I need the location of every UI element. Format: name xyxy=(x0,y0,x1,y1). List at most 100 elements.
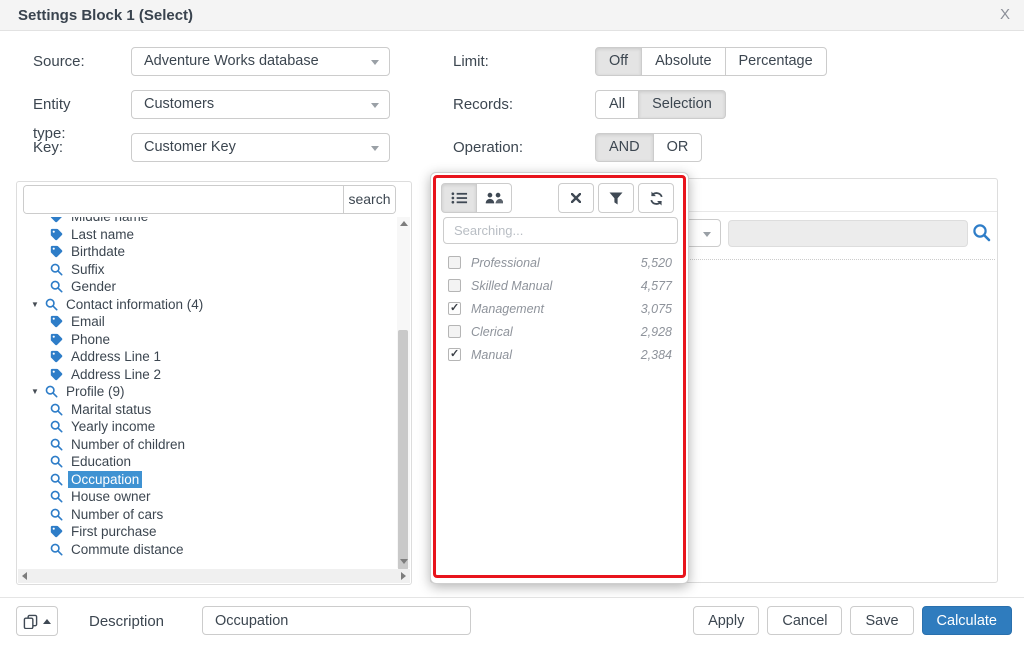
tree-item-label: Address Line 2 xyxy=(71,366,162,382)
tree-item-first-purchase[interactable]: First purchase xyxy=(19,523,396,541)
limit-option-absolute[interactable]: Absolute xyxy=(641,47,726,76)
description-input[interactable] xyxy=(202,606,471,635)
close-icon[interactable]: X xyxy=(996,6,1014,23)
operation-option-or[interactable]: OR xyxy=(652,133,703,162)
scroll-up-icon[interactable] xyxy=(400,221,408,226)
copy-icon xyxy=(23,614,38,629)
search-icon xyxy=(50,280,63,293)
checkbox[interactable] xyxy=(448,301,461,315)
records-toggle-group: All Selection xyxy=(595,90,726,119)
tree-item-yearly-income[interactable]: Yearly income xyxy=(19,418,396,436)
tree-item-number-of-children[interactable]: Number of children xyxy=(19,436,396,454)
tree-item-education[interactable]: Education xyxy=(19,453,396,471)
tree-item-number-of-cars[interactable]: Number of cars xyxy=(19,506,396,524)
tree-item-marital-status[interactable]: Marital status xyxy=(19,401,396,419)
description-label: Description xyxy=(89,613,165,630)
scroll-down-icon[interactable] xyxy=(400,559,408,564)
tree-item-house-owner[interactable]: House owner xyxy=(19,488,396,506)
value-search-input[interactable] xyxy=(443,217,678,244)
group-view-button[interactable] xyxy=(476,183,512,213)
chevron-down-icon[interactable]: ▼ xyxy=(31,296,45,314)
entity-type-select-value: Customers xyxy=(144,96,215,112)
tree-item-label: Occupation xyxy=(68,470,143,488)
tree-horizontal-scrollbar[interactable] xyxy=(18,569,410,583)
selection-search-input[interactable] xyxy=(728,220,968,247)
tree-item-middle-name[interactable]: Middle name xyxy=(19,217,396,226)
list-view-button[interactable] xyxy=(441,183,477,213)
records-option-all[interactable]: All xyxy=(595,90,640,119)
tree-item-address-line-1[interactable]: Address Line 1 xyxy=(19,348,396,366)
chevron-down-icon[interactable]: ▼ xyxy=(31,383,45,401)
entity-type-select[interactable]: Customers xyxy=(131,90,390,119)
chevron-down-icon xyxy=(703,232,711,237)
checkbox[interactable] xyxy=(448,325,461,338)
attribute-tree-panel: search Middle nameLast name Birthdate Suff… xyxy=(16,181,412,585)
value-item-professional[interactable]: Professional 5,520 xyxy=(431,251,688,274)
search-icon[interactable] xyxy=(972,223,991,247)
tree-item-birthdate[interactable]: Birthdate xyxy=(19,243,396,261)
tree-item-suffix[interactable]: Suffix xyxy=(19,261,396,279)
tree-item-occupation[interactable]: Occupation xyxy=(19,470,396,488)
limit-toggle-group: Off Absolute Percentage xyxy=(595,47,827,76)
value-item-skilled-manual[interactable]: Skilled Manual 4,577 xyxy=(431,274,688,297)
value-item-count: 2,384 xyxy=(640,347,672,362)
clear-selection-button[interactable] xyxy=(558,183,594,213)
tree-item-email[interactable]: Email xyxy=(19,313,396,331)
tag-icon xyxy=(50,316,63,328)
search-icon xyxy=(50,403,63,416)
scroll-right-icon[interactable] xyxy=(401,572,406,580)
tree-item-label: Yearly income xyxy=(71,419,156,434)
tree-item-commute-distance[interactable]: Commute distance xyxy=(19,541,396,559)
filter-button[interactable] xyxy=(598,183,634,213)
source-label: Source: xyxy=(33,53,85,70)
refresh-button[interactable] xyxy=(638,183,674,213)
scrollbar-thumb[interactable] xyxy=(398,330,408,570)
checkbox[interactable] xyxy=(448,279,461,292)
tree-item-label: Number of cars xyxy=(71,506,164,522)
source-select[interactable]: Adventure Works database xyxy=(131,47,390,76)
tree-item-last-name[interactable]: Last name xyxy=(19,226,396,244)
value-item-manual[interactable]: Manual 2,384 xyxy=(431,343,688,366)
source-select-value: Adventure Works database xyxy=(144,53,319,69)
footer-actions: Apply Cancel Save Calculate xyxy=(693,606,1012,635)
tree-item-address-line-2[interactable]: Address Line 2 xyxy=(19,366,396,384)
value-filter-popup: Professional 5,520 Skilled Manual 4,577 Mana… xyxy=(430,172,689,584)
value-item-clerical[interactable]: Clerical 2,928 xyxy=(431,320,688,343)
limit-option-percentage[interactable]: Percentage xyxy=(724,47,827,76)
limit-label: Limit: xyxy=(453,53,489,70)
limit-option-off[interactable]: Off xyxy=(595,47,643,76)
tree-item-profile-9[interactable]: ▼ Profile (9) xyxy=(19,383,396,401)
dialog-footer: Description Apply Cancel Save Calculate xyxy=(0,597,1024,646)
chevron-up-icon xyxy=(43,618,51,624)
search-icon xyxy=(50,543,63,556)
checkbox[interactable] xyxy=(448,256,461,269)
apply-button[interactable]: Apply xyxy=(693,606,760,635)
attribute-search-input[interactable] xyxy=(24,186,343,213)
save-button[interactable]: Save xyxy=(850,606,914,635)
tree-item-phone[interactable]: Phone xyxy=(19,331,396,349)
chevron-down-icon xyxy=(371,103,379,108)
attribute-search-button[interactable]: search xyxy=(343,186,395,213)
cancel-button[interactable]: Cancel xyxy=(767,606,843,635)
scroll-left-icon[interactable] xyxy=(22,572,27,580)
tree-item-contact-information-4[interactable]: ▼ Contact information (4) xyxy=(19,296,396,314)
checkbox[interactable] xyxy=(448,347,461,361)
value-popup-toolbar xyxy=(441,183,674,213)
records-option-selection[interactable]: Selection xyxy=(638,90,726,119)
chevron-down-icon xyxy=(371,146,379,151)
refresh-icon xyxy=(649,191,663,205)
operation-option-and[interactable]: AND xyxy=(595,133,654,162)
value-item-management[interactable]: Management 3,075 xyxy=(431,297,688,320)
tree-item-label: Gender xyxy=(71,279,117,294)
value-item-count: 5,520 xyxy=(640,255,672,270)
copy-block-button[interactable] xyxy=(16,606,58,636)
tree-item-label: Profile (9) xyxy=(66,384,125,399)
key-select[interactable]: Customer Key xyxy=(131,133,390,162)
tree-vertical-scrollbar[interactable] xyxy=(397,217,410,570)
attribute-search-group: search xyxy=(23,185,396,214)
search-icon xyxy=(45,298,58,311)
value-item-count: 2,928 xyxy=(640,324,672,339)
tree-item-gender[interactable]: Gender xyxy=(19,278,396,296)
calculate-button[interactable]: Calculate xyxy=(921,606,1012,635)
records-label: Records: xyxy=(453,96,514,113)
